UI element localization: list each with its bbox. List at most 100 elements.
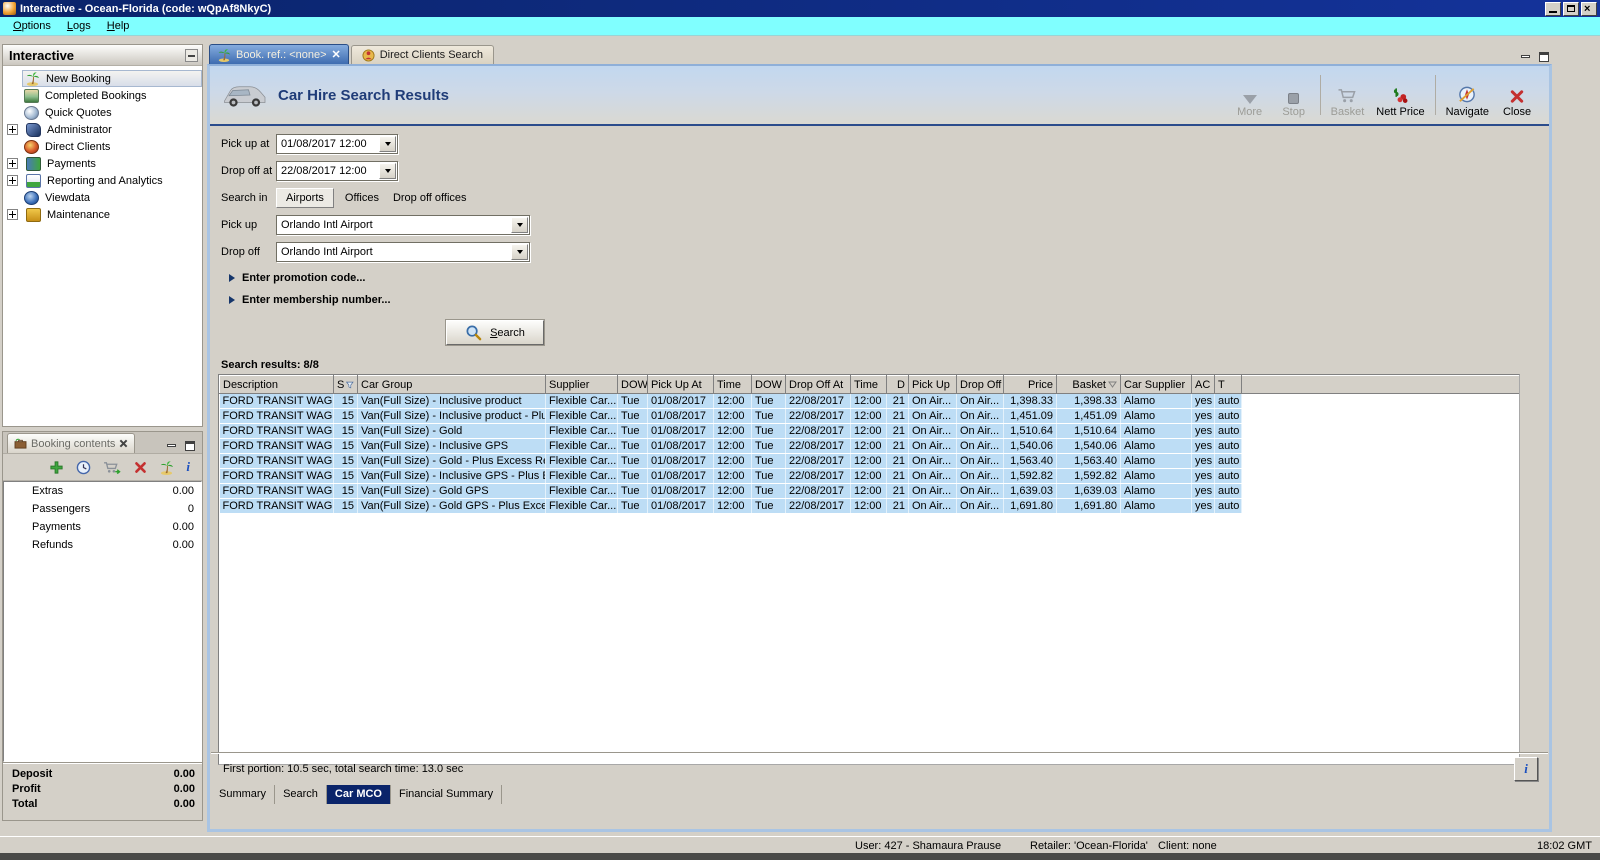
page-title: Car Hire Search Results: [278, 86, 449, 104]
col-description[interactable]: Description: [219, 375, 334, 394]
navigate-button[interactable]: Navigate: [1440, 72, 1495, 118]
move-to-basket-icon[interactable]: [103, 460, 122, 475]
dropdown-button[interactable]: [511, 217, 528, 233]
col-supplier[interactable]: Supplier: [545, 375, 618, 394]
dropdown-button[interactable]: [511, 244, 528, 260]
expand-plus-icon[interactable]: [7, 124, 18, 135]
col-pickup-at[interactable]: Pick Up At: [647, 375, 714, 394]
pickup-row: Pick up Orlando Intl Airport: [221, 215, 1549, 235]
close-button[interactable]: Close: [1495, 72, 1539, 118]
car-icon: [224, 86, 266, 107]
delete-icon[interactable]: [134, 461, 147, 474]
table-row[interactable]: FORD TRANSIT WAG... 15 Van(Full Size) - G…: [219, 483, 1519, 499]
col-pickup-loc[interactable]: Pick Up: [908, 375, 957, 394]
panel-minimize-button[interactable]: [165, 440, 180, 453]
col-t[interactable]: T: [1214, 375, 1242, 394]
col-dropoff-at[interactable]: Drop Off At: [785, 375, 851, 394]
restore-button[interactable]: [1563, 1, 1579, 16]
search-button[interactable]: Search: [446, 320, 544, 345]
sidebar-item-reporting-analytics[interactable]: Reporting and Analytics: [3, 172, 202, 189]
dropoff-at-row: Drop off at 22/08/2017 12:00: [221, 161, 1549, 181]
dropdown-button[interactable]: [379, 136, 396, 152]
pickup-combobox[interactable]: Orlando Intl Airport: [276, 215, 530, 235]
pickup-at-combobox[interactable]: 01/08/2017 12:00: [276, 134, 398, 154]
dropoff-at-combobox[interactable]: 22/08/2017 12:00: [276, 161, 398, 181]
booking-total-label: Deposit: [12, 768, 53, 780]
table-row[interactable]: FORD TRANSIT WAG... 15 Van(Full Size) - I…: [219, 408, 1519, 424]
minimize-icon: [1521, 55, 1530, 58]
col-car-supplier[interactable]: Car Supplier: [1120, 375, 1192, 394]
tab-financial-summary[interactable]: Financial Summary: [391, 785, 503, 804]
table-row[interactable]: FORD TRANSIT WAG... 15 Van(Full Size) - G…: [219, 498, 1519, 514]
col-time-dropoff[interactable]: Time: [850, 375, 887, 394]
dropoff-combobox[interactable]: Orlando Intl Airport: [276, 242, 530, 262]
tab-direct-clients-search[interactable]: Direct Clients Search: [350, 45, 495, 64]
sidebar-title: Interactive: [9, 47, 75, 63]
table-row[interactable]: FORD TRANSIT WAG... 15 Van(Full Size) - I…: [219, 393, 1519, 409]
nett-price-button[interactable]: Nett Price: [1370, 72, 1430, 118]
sidebar-item-completed-bookings[interactable]: Completed Bookings: [3, 87, 202, 104]
stop-icon: [1288, 82, 1300, 104]
minimize-icon: [1549, 10, 1557, 13]
col-ac[interactable]: AC: [1191, 375, 1215, 394]
expand-plus-icon[interactable]: [7, 175, 18, 186]
app-statusbar: User: 427 - Shamaura Prause Retailer: 'O…: [0, 836, 1600, 853]
suitcase-palm-icon: [14, 438, 27, 449]
expand-plus-icon[interactable]: [7, 158, 18, 169]
search-in-tab-airports[interactable]: Airports: [276, 188, 334, 208]
col-basket[interactable]: Basket: [1056, 375, 1121, 394]
menu-options[interactable]: Options: [6, 19, 58, 33]
col-price[interactable]: Price: [1003, 375, 1057, 394]
col-dow-dropoff[interactable]: DOW: [751, 375, 786, 394]
col-dropoff-loc[interactable]: Drop Off: [956, 375, 1004, 394]
sidebar-collapse-button[interactable]: [185, 48, 198, 62]
stop-button[interactable]: Stop: [1272, 72, 1316, 118]
menu-help[interactable]: Help: [100, 19, 137, 33]
close-window-button[interactable]: ×: [1581, 1, 1597, 16]
table-row[interactable]: FORD TRANSIT WAG... 15 Van(Full Size) - I…: [219, 438, 1519, 454]
tab-summary[interactable]: Summary: [211, 785, 276, 804]
basket-button[interactable]: Basket: [1325, 72, 1371, 118]
info-icon[interactable]: i: [186, 459, 190, 475]
col-car-group[interactable]: Car Group: [357, 375, 546, 394]
col-days[interactable]: D: [886, 375, 909, 394]
col-s[interactable]: S: [333, 375, 358, 394]
sidebar-item-quick-quotes[interactable]: Quick Quotes: [3, 104, 202, 121]
panel-maximize-button[interactable]: [183, 440, 198, 453]
search-in-tab-offices[interactable]: Offices: [338, 189, 386, 207]
add-icon[interactable]: [49, 460, 64, 475]
close-tab-icon[interactable]: ✕: [332, 48, 341, 61]
expand-plus-icon[interactable]: [7, 209, 18, 220]
booking-contents-tab[interactable]: Booking contents: [7, 433, 136, 453]
promotion-code-expander[interactable]: Enter promotion code...: [229, 272, 1549, 284]
close-tab-icon[interactable]: [119, 439, 128, 448]
sidebar-item-new-booking[interactable]: New Booking: [3, 70, 202, 87]
sidebar-item-administrator[interactable]: Administrator: [3, 121, 202, 138]
tab-car-mco[interactable]: Car MCO: [326, 785, 391, 804]
quick-quote-clock-icon[interactable]: [76, 460, 91, 475]
workspace-maximize-button[interactable]: [1537, 51, 1552, 64]
sidebar-item-direct-clients[interactable]: Direct Clients: [3, 138, 202, 155]
table-row[interactable]: FORD TRANSIT WAG... 15 Van(Full Size) - I…: [219, 468, 1519, 484]
booking-item-value: 0.00: [172, 539, 194, 551]
info-button[interactable]: i: [1514, 757, 1538, 781]
palm-tree-icon[interactable]: [159, 460, 174, 475]
tab-search[interactable]: Search: [275, 785, 327, 804]
col-dow-pickup[interactable]: DOW: [617, 375, 648, 394]
membership-number-expander[interactable]: Enter membership number...: [229, 294, 1549, 306]
search-in-tab-dropoff-offices[interactable]: Drop off offices: [386, 189, 474, 207]
pickup-at-value: 01/08/2017 12:00: [281, 138, 367, 150]
minimize-button[interactable]: [1545, 1, 1561, 16]
table-row[interactable]: FORD TRANSIT WAG... 15 Van(Full Size) - G…: [219, 423, 1519, 439]
sidebar-item-payments[interactable]: Payments: [3, 155, 202, 172]
workspace-minimize-button[interactable]: [1519, 51, 1534, 64]
tab-booking-ref[interactable]: Book. ref.: <none> ✕: [209, 44, 349, 64]
more-button[interactable]: More: [1228, 72, 1272, 118]
menu-logs[interactable]: Logs: [60, 19, 98, 33]
sidebar-item-maintenance[interactable]: Maintenance: [3, 206, 202, 223]
sidebar-item-viewdata[interactable]: Viewdata: [3, 189, 202, 206]
col-time-pickup[interactable]: Time: [713, 375, 752, 394]
dropdown-button[interactable]: [379, 163, 396, 179]
sidebar-panel: Interactive New Booking Completed Bookin…: [2, 44, 203, 427]
table-row[interactable]: FORD TRANSIT WAG... 15 Van(Full Size) - G…: [219, 453, 1519, 469]
